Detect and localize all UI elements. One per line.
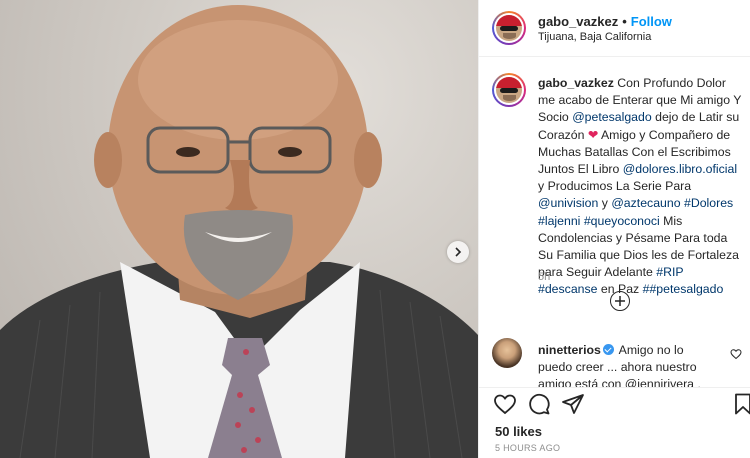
like-button[interactable]: [493, 392, 517, 416]
share-button[interactable]: [561, 392, 585, 416]
caption-fragment: y: [598, 196, 612, 211]
caption-author-avatar[interactable]: [492, 73, 526, 107]
load-more-comments-button[interactable]: [610, 291, 630, 311]
commenter-avatar[interactable]: [492, 338, 522, 368]
post-header: gabo_vazkez • Follow Tijuana, Baja Califor…: [479, 0, 750, 57]
comment-icon: [529, 393, 550, 415]
comments-section: gabo_vazkez Con Profundo Dolor me acabo …: [479, 57, 750, 387]
next-photo-button[interactable]: [447, 241, 469, 263]
mention-petesalgado[interactable]: @petesalgado: [572, 110, 652, 124]
post-panel: gabo_vazkez • Follow Tijuana, Baja Califor…: [478, 0, 750, 458]
follow-button[interactable]: Follow: [631, 14, 672, 29]
hashtag-dolores[interactable]: #Dolores: [684, 196, 733, 210]
plus-icon: [615, 296, 625, 306]
author-username[interactable]: gabo_vazkez: [538, 14, 618, 29]
hashtag-petesalgado[interactable]: ##petesalgado: [643, 282, 724, 296]
comment-text: ninetterios Amigo no lo puedo creer ... …: [538, 342, 718, 387]
mention-univision[interactable]: @univision: [538, 196, 598, 210]
likes-count[interactable]: 50 likes: [495, 424, 542, 439]
hashtag-rip[interactable]: #RIP: [656, 265, 683, 279]
caption-text: gabo_vazkez Con Profundo Dolor me acabo …: [538, 75, 743, 299]
comment-like-button[interactable]: [730, 347, 742, 365]
bookmark-icon: [735, 393, 750, 415]
portrait-image: [0, 5, 478, 458]
red-heart-emoji: ❤: [587, 127, 599, 142]
caption-timestamp[interactable]: 5h: [538, 271, 550, 283]
caption-fragment: y Producimos La Serie Para: [538, 179, 692, 194]
caption-username[interactable]: gabo_vazkez: [538, 76, 614, 90]
mention-aztecauno[interactable]: @aztecauno: [611, 196, 680, 210]
hashtag-lajenni[interactable]: #lajenni: [538, 214, 580, 228]
separator-dot: •: [622, 14, 627, 29]
post-photo: [0, 0, 478, 458]
mention-dolores-libro[interactable]: @dolores.libro.oficial: [623, 162, 737, 176]
hashtag-descanse[interactable]: #descanse: [538, 282, 597, 296]
share-icon: [562, 394, 584, 414]
save-button[interactable]: [731, 392, 750, 416]
commenter-username[interactable]: ninetterios: [538, 343, 601, 357]
chevron-right-icon: [455, 247, 462, 257]
verified-badge-icon: [602, 344, 614, 355]
author-avatar[interactable]: [492, 11, 526, 45]
comment-button[interactable]: [527, 392, 551, 416]
action-bar: 50 likes 5 HOURS AGO: [479, 387, 750, 458]
post-timestamp: 5 HOURS AGO: [495, 443, 561, 453]
heart-icon: [494, 394, 516, 415]
hashtag-queyoconoci[interactable]: #queyoconoci: [584, 214, 660, 228]
location-link[interactable]: Tijuana, Baja California: [538, 31, 651, 43]
heart-outline-icon: [730, 349, 742, 360]
